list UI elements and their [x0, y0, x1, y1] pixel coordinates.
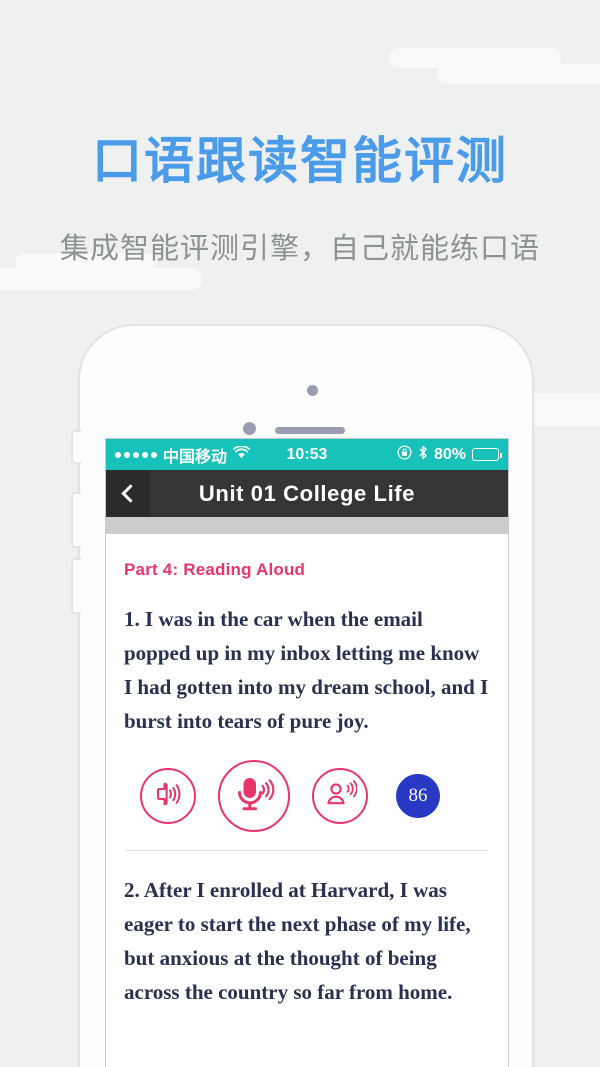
toolbar-strip — [106, 517, 508, 534]
rotation-lock-icon — [397, 444, 412, 465]
speaker-volume-icon — [153, 780, 183, 813]
item-divider — [126, 850, 488, 852]
play-audio-button[interactable] — [140, 768, 196, 825]
silent-switch — [71, 430, 81, 464]
promo-page: 口语跟读智能评测 集成智能评测引擎，自己就能练口语 中国移动 10:53 80%… — [0, 0, 600, 1067]
carrier-label: 中国移动 — [163, 448, 228, 466]
phone-screen: 中国移动 10:53 80% Unit 01 College Life Part… — [105, 438, 509, 1067]
volume-down-button — [71, 558, 81, 614]
proximity-sensor-icon — [243, 422, 256, 435]
reading-passage-1: 1. I was in the car when the email poppe… — [124, 607, 489, 734]
status-bar: 中国移动 10:53 80% — [106, 439, 508, 470]
signal-strength-icon — [115, 451, 157, 458]
phone-mockup: 中国移动 10:53 80% Unit 01 College Life Part… — [71, 324, 534, 1067]
volume-up-button — [71, 492, 81, 548]
promo-subheadline: 集成智能评测引擎，自己就能练口语 — [59, 233, 540, 265]
reading-passage-2: 2. After I enrolled at Harvard, I was ea… — [124, 878, 471, 1005]
front-camera-icon — [307, 385, 318, 396]
page-title: Unit 01 College Life — [198, 480, 416, 506]
promo-headline: 口语跟读智能评测 — [92, 133, 508, 189]
back-button[interactable] — [106, 470, 150, 517]
bluetooth-icon — [418, 445, 428, 465]
record-button[interactable] — [218, 760, 290, 833]
practice-toolbar: 86 — [140, 760, 490, 833]
person-speaking-icon — [324, 779, 358, 813]
microphone-icon — [233, 774, 275, 819]
wifi-icon — [232, 444, 251, 464]
battery-percent-label: 80% — [433, 445, 466, 463]
play-recording-button[interactable] — [312, 768, 368, 825]
nav-bar: Unit 01 College Life — [106, 470, 508, 517]
lesson-content: Part 4: Reading Aloud 1. I was in the ca… — [106, 560, 508, 1010]
earpiece-speaker-icon — [275, 427, 345, 434]
cloud-decoration — [437, 64, 600, 84]
score-badge[interactable]: 86 — [396, 774, 440, 819]
cloud-decoration — [0, 268, 202, 290]
battery-icon — [472, 448, 502, 461]
chevron-left-icon — [120, 484, 140, 503]
section-title: Part 4: Reading Aloud — [124, 560, 306, 579]
